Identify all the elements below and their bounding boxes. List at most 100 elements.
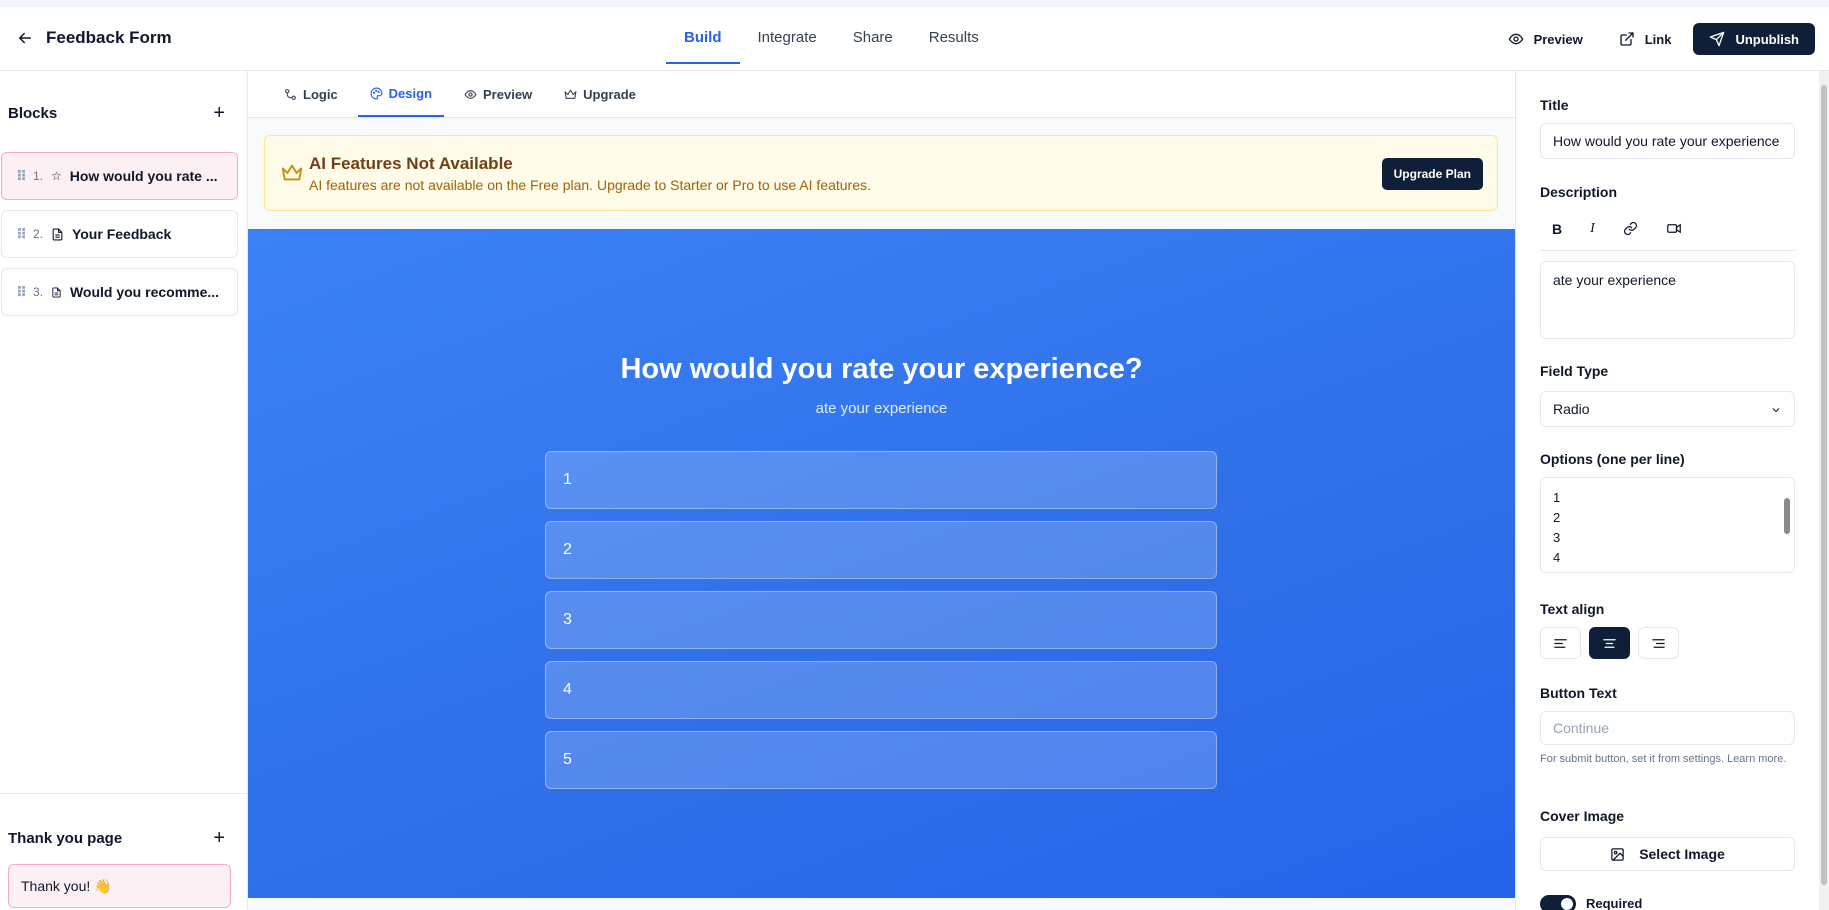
- subtab-logic[interactable]: Logic: [272, 71, 350, 117]
- align-left-icon: [1554, 638, 1567, 648]
- unpublish-button[interactable]: Unpublish: [1693, 23, 1815, 55]
- tab-integrate[interactable]: Integrate: [740, 7, 835, 64]
- question-title[interactable]: How would you rate your experience?: [248, 353, 1515, 386]
- tab-share[interactable]: Share: [835, 7, 911, 64]
- thank-you-heading: Thank you page: [8, 829, 123, 847]
- question-description[interactable]: ate your experience: [248, 400, 1515, 417]
- subtab-upgrade[interactable]: Upgrade: [552, 71, 648, 117]
- answer-options: 1 2 3 4 5: [545, 451, 1217, 801]
- answer-option[interactable]: 5: [545, 731, 1217, 789]
- option-line: 3: [1553, 530, 1561, 545]
- required-toggle[interactable]: [1540, 895, 1576, 910]
- subtab-label: Upgrade: [583, 86, 636, 102]
- answer-option[interactable]: 3: [545, 591, 1217, 649]
- send-icon: [1710, 31, 1725, 47]
- button-text-label: Button Text: [1540, 685, 1617, 701]
- top-bar: Feedback Form Build Integrate Share Resu…: [0, 0, 1829, 71]
- field-type-value: Radio: [1553, 401, 1590, 417]
- block-label: How would you rate ...: [69, 168, 218, 184]
- crown-icon: [564, 89, 577, 99]
- drag-handle-icon[interactable]: ⠿: [16, 168, 27, 185]
- form-title: Feedback Form: [46, 28, 172, 47]
- upgrade-plan-button[interactable]: Upgrade Plan: [1381, 158, 1483, 190]
- form-preview-canvas: How would you rate your experience? ate …: [248, 229, 1515, 898]
- title-input[interactable]: How would you rate your experience: [1540, 123, 1795, 159]
- italic-icon[interactable]: I: [1590, 221, 1595, 237]
- answer-option[interactable]: 2: [545, 521, 1217, 579]
- button-text-input[interactable]: Continue: [1540, 711, 1795, 745]
- image-icon: [1611, 847, 1624, 861]
- drag-handle-icon[interactable]: ⠿: [16, 284, 27, 301]
- main-tabs: Build Integrate Share Results: [666, 7, 997, 71]
- subtab-label: Preview: [483, 86, 533, 102]
- align-center-button[interactable]: [1589, 627, 1630, 659]
- subtab-design[interactable]: Design: [357, 71, 445, 117]
- block-label: Would you recomme...: [69, 284, 220, 300]
- blocks-header: Blocks +: [0, 71, 247, 131]
- external-link-icon: [1620, 32, 1634, 46]
- block-item-1[interactable]: ⠿ 1. ☆ How would you rate ...: [1, 152, 238, 200]
- preview-button[interactable]: Preview: [1494, 23, 1597, 55]
- link-icon[interactable]: [1623, 221, 1638, 236]
- title-label: Title: [1540, 97, 1569, 113]
- palette-icon: [370, 87, 383, 99]
- required-label: Required: [1586, 896, 1643, 910]
- crown-icon: [281, 164, 303, 181]
- description-label: Description: [1540, 184, 1618, 200]
- field-type-select[interactable]: Radio: [1540, 391, 1795, 427]
- answer-option[interactable]: 1: [545, 451, 1217, 509]
- logic-icon: [285, 88, 296, 100]
- block-number: 3.: [32, 285, 43, 299]
- panel-scrollbar[interactable]: [1819, 71, 1829, 910]
- select-image-button[interactable]: Select Image: [1540, 837, 1795, 871]
- eye-icon: [1508, 33, 1523, 45]
- add-block-icon[interactable]: +: [213, 103, 225, 123]
- design-subtabs: Logic Design Preview Upgrade: [248, 71, 1515, 118]
- link-button[interactable]: Link: [1605, 23, 1686, 55]
- blocks-sidebar: Blocks + ⠿ 1. ☆ How would you rate ... ⠿…: [0, 71, 248, 910]
- block-item-2[interactable]: ⠿ 2. Your Feedback: [1, 210, 238, 258]
- eye-icon: [464, 89, 477, 99]
- bold-icon[interactable]: B: [1552, 221, 1562, 237]
- ai-features-banner: AI Features Not Available AI features ar…: [264, 135, 1498, 211]
- tab-results[interactable]: Results: [911, 7, 997, 64]
- options-scrollbar[interactable]: [1782, 482, 1792, 568]
- option-line: 1: [1553, 490, 1561, 505]
- arrow-left-icon[interactable]: [16, 29, 34, 47]
- tab-build[interactable]: Build: [666, 7, 740, 64]
- thank-you-header: Thank you page +: [0, 794, 247, 856]
- add-thank-you-icon[interactable]: +: [213, 828, 225, 848]
- answer-option[interactable]: 4: [545, 661, 1217, 719]
- document-icon: [52, 286, 61, 298]
- properties-panel: Title How would you rate your experience…: [1515, 71, 1829, 910]
- select-image-label: Select Image: [1639, 846, 1725, 862]
- block-item-3[interactable]: ⠿ 3. Would you recomme...: [1, 268, 238, 316]
- subtab-label: Design: [388, 85, 433, 101]
- description-textarea[interactable]: ate your experience: [1540, 261, 1795, 339]
- star-icon: ☆: [50, 169, 62, 183]
- option-line: 5: [1553, 568, 1782, 572]
- document-icon: [52, 228, 63, 240]
- align-right-icon: [1652, 638, 1665, 648]
- link-label: Link: [1644, 31, 1672, 47]
- drag-handle-icon[interactable]: ⠿: [16, 226, 27, 243]
- preview-label: Preview: [1533, 31, 1583, 47]
- align-center-icon: [1603, 638, 1616, 648]
- video-icon[interactable]: [1666, 221, 1682, 236]
- options-textarea[interactable]: 1 2 3 4 5: [1540, 477, 1795, 573]
- subtab-preview[interactable]: Preview: [452, 71, 544, 117]
- top-actions: Preview Link Unpublish: [1494, 23, 1815, 55]
- blocks-heading: Blocks: [8, 104, 58, 122]
- align-right-button[interactable]: [1638, 627, 1679, 659]
- button-text-hint: For submit button, set it from settings.…: [1540, 753, 1787, 765]
- option-line: 4: [1553, 550, 1561, 565]
- banner-description: AI features are not available on the Fre…: [309, 177, 871, 193]
- banner-title: AI Features Not Available: [309, 154, 513, 173]
- chevron-down-icon: [1772, 408, 1780, 413]
- align-left-button[interactable]: [1540, 627, 1581, 659]
- back-area: Feedback Form: [16, 28, 172, 48]
- thank-you-section: Thank you page + Thank you! 👋: [0, 793, 247, 910]
- description-toolbar: B I: [1540, 207, 1795, 251]
- thank-you-item[interactable]: Thank you! 👋: [8, 864, 231, 908]
- editor-canvas-area: Logic Design Preview Upgrade AI Features…: [248, 71, 1515, 910]
